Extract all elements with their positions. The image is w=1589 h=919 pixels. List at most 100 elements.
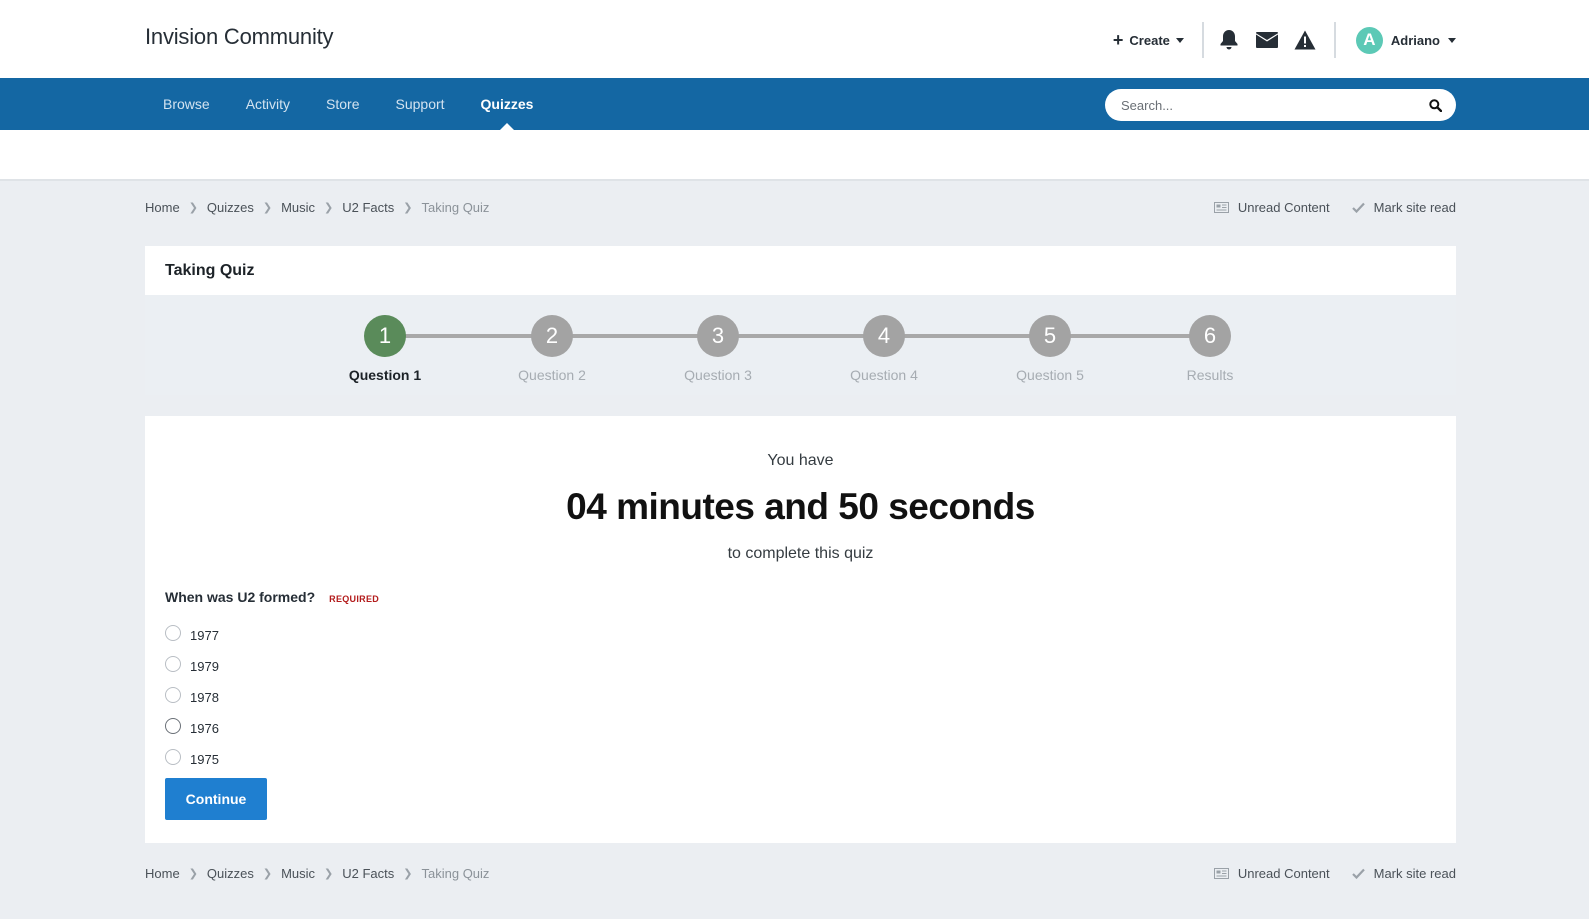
search-input[interactable] [1121, 89, 1411, 121]
warning-icon [1294, 30, 1316, 50]
step-number: 3 [697, 315, 739, 357]
chevron-right-icon: ❯ [262, 867, 273, 880]
answer-option-label: 1976 [190, 721, 219, 736]
notifications-button[interactable] [1210, 20, 1248, 60]
user-bar: + Create A Adriano [1113, 20, 1456, 60]
answer-option-label: 1977 [190, 628, 219, 643]
answer-option[interactable]: 1978 [165, 681, 219, 712]
nav-item-quizzes[interactable]: Quizzes [463, 78, 552, 130]
radio-button[interactable] [165, 686, 181, 703]
timer-intro-text: You have [767, 452, 834, 469]
search-box [1105, 89, 1456, 121]
unread-content-label: Unread Content [1237, 865, 1330, 881]
secondary-nav-bar [0, 130, 1589, 181]
breadcrumb-u2-facts[interactable]: U2 Facts [342, 866, 394, 881]
step-number: 5 [1029, 315, 1071, 357]
nav-item-store[interactable]: Store [308, 78, 377, 130]
mark-site-read-label: Mark site read [1373, 865, 1456, 881]
newspaper-icon [1213, 201, 1229, 213]
nav-item-browse[interactable]: Browse [145, 78, 228, 130]
answer-option-label: 1975 [190, 752, 219, 767]
breadcrumb-actions: Unread Content Mark site read [1192, 197, 1456, 217]
step-question-2: 2 Question 2 [497, 315, 607, 383]
step-label: Question 4 [850, 367, 918, 383]
site-header: Invision Community + Create A Adriano [0, 0, 1589, 78]
timer-outro-text: to complete this quiz [727, 545, 874, 562]
caret-down-icon [1175, 37, 1184, 43]
mark-site-read-link[interactable]: Mark site read [1351, 865, 1456, 881]
mark-site-read-label: Mark site read [1373, 199, 1456, 215]
breadcrumb: Home ❯ Quizzes ❯ Music ❯ U2 Facts ❯ Taki… [145, 197, 489, 217]
breadcrumb-current: Taking Quiz [421, 199, 490, 215]
required-badge: REQUIRED [329, 594, 380, 604]
breadcrumb-music[interactable]: Music [281, 200, 315, 215]
breadcrumb-quizzes[interactable]: Quizzes [207, 200, 254, 215]
nav-item-support[interactable]: Support [378, 78, 463, 130]
question-text: When was U2 formed? [165, 589, 316, 605]
step-label: Question 5 [1016, 367, 1084, 383]
search-button[interactable] [1424, 95, 1446, 115]
mark-site-read-link[interactable]: Mark site read [1351, 199, 1456, 215]
step-number: 1 [364, 315, 406, 357]
step-results: 6 Results [1155, 315, 1265, 383]
quiz-header-box: Taking Quiz 1 Question 1 2 Question 2 3 … [145, 246, 1456, 395]
radio-button[interactable] [165, 748, 181, 765]
caret-down-icon [1448, 37, 1456, 43]
breadcrumb-quizzes[interactable]: Quizzes [207, 866, 254, 881]
breadcrumb-actions-bottom: Unread Content Mark site read [1192, 863, 1456, 883]
chevron-right-icon: ❯ [188, 201, 198, 214]
username: Adriano [1390, 32, 1440, 48]
checkmark-icon [1351, 202, 1365, 213]
answer-option-label: 1979 [190, 659, 219, 674]
unread-content-link[interactable]: Unread Content [1213, 199, 1330, 215]
step-question-3: 3 Question 3 [663, 315, 773, 383]
create-label: Create [1129, 32, 1170, 48]
step-label: Question 2 [518, 367, 586, 383]
chevron-right-icon: ❯ [324, 867, 334, 880]
answer-option[interactable]: 1975 [165, 743, 219, 774]
reports-button[interactable] [1286, 20, 1324, 60]
breadcrumb-current: Taking Quiz [421, 865, 490, 881]
avatar: A [1355, 26, 1383, 54]
chevron-right-icon: ❯ [403, 867, 413, 880]
breadcrumb-home[interactable]: Home [145, 866, 180, 881]
search-icon [1428, 98, 1442, 112]
unread-content-label: Unread Content [1237, 199, 1330, 215]
breadcrumb-u2-facts[interactable]: U2 Facts [342, 200, 394, 215]
radio-button[interactable] [165, 624, 181, 641]
user-menu[interactable]: A Adriano [1336, 26, 1456, 54]
page-title: Taking Quiz [165, 262, 255, 279]
chevron-right-icon: ❯ [188, 867, 198, 880]
breadcrumb-bottom: Home ❯ Quizzes ❯ Music ❯ U2 Facts ❯ Taki… [145, 863, 489, 883]
chevron-right-icon: ❯ [403, 201, 413, 214]
answer-option[interactable]: 1976 [165, 712, 219, 743]
answer-options: 1977 1979 1978 1976 1975 [165, 619, 219, 774]
answer-option[interactable]: 1979 [165, 650, 219, 681]
radio-button[interactable] [165, 655, 181, 672]
nav-item-activity[interactable]: Activity [228, 78, 308, 130]
messages-button[interactable] [1248, 20, 1286, 60]
radio-button[interactable] [165, 717, 181, 734]
chevron-right-icon: ❯ [324, 201, 334, 214]
breadcrumb-home[interactable]: Home [145, 200, 180, 215]
step-question-5: 5 Question 5 [995, 315, 1105, 383]
newspaper-icon [1213, 867, 1229, 879]
step-label: Question 1 [348, 367, 422, 383]
breadcrumb-music[interactable]: Music [281, 866, 315, 881]
step-number: 6 [1189, 315, 1231, 357]
bell-icon [1220, 30, 1238, 50]
step-number: 4 [863, 315, 905, 357]
site-title[interactable]: Invision Community [145, 24, 334, 50]
continue-button[interactable]: Continue [165, 778, 267, 820]
create-button[interactable]: + Create [1113, 31, 1202, 49]
countdown-timer: 04 minutes and 50 seconds [566, 486, 1035, 527]
checkmark-icon [1351, 868, 1365, 879]
plus-icon: + [1112, 30, 1124, 50]
answer-option[interactable]: 1977 [165, 619, 219, 650]
step-question-4: 4 Question 4 [829, 315, 939, 383]
quiz-progress-steps: 1 Question 1 2 Question 2 3 Question 3 4… [145, 295, 1456, 395]
unread-content-link[interactable]: Unread Content [1213, 865, 1330, 881]
answer-option-label: 1978 [190, 690, 219, 705]
question-header: When was U2 formed? REQUIRED [165, 589, 379, 605]
quiz-question-card: You have 04 minutes and 50 seconds to co… [145, 416, 1456, 843]
